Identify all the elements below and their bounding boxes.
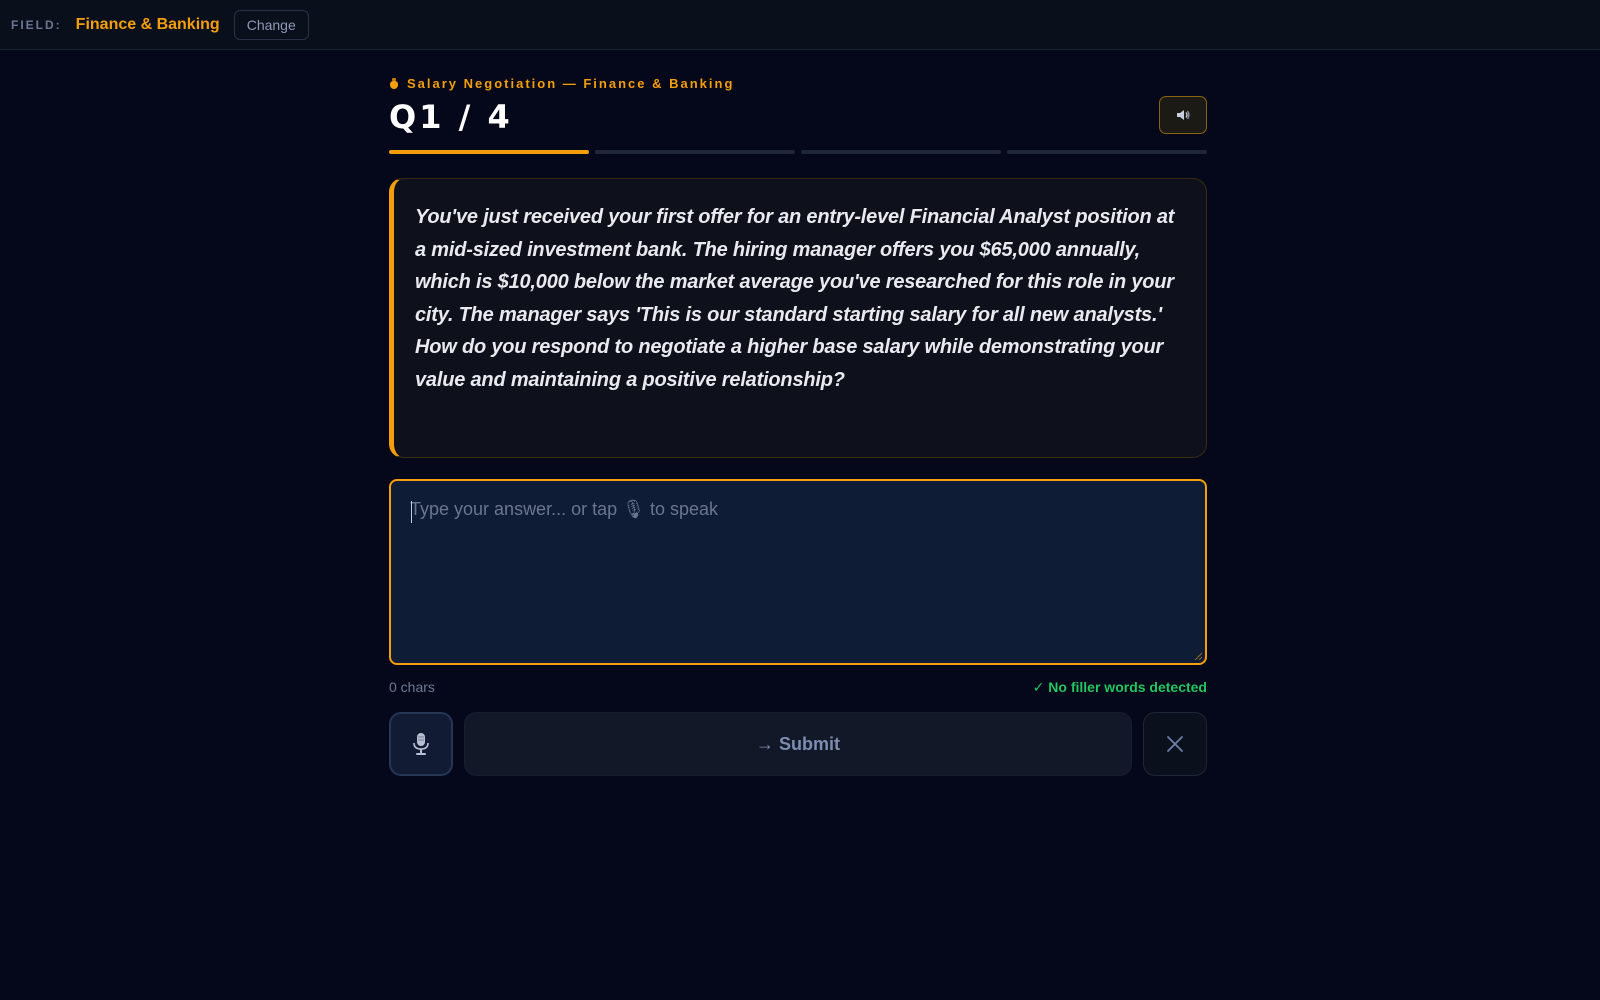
filler-word-status: ✓ No filler words detected bbox=[1032, 678, 1207, 695]
answer-meta: 0 chars ✓ No filler words detected bbox=[389, 678, 1207, 696]
question-card: You've just received your first offer fo… bbox=[389, 178, 1207, 458]
submit-button[interactable]: → Submit bbox=[464, 712, 1132, 776]
microphone-icon bbox=[413, 733, 429, 755]
answer-box bbox=[389, 479, 1207, 665]
answer-actions: → Submit bbox=[389, 712, 1207, 776]
money-bag-icon bbox=[389, 78, 399, 89]
question-text: You've just received your first offer fo… bbox=[415, 206, 1175, 391]
session-eyebrow: Salary Negotiation — Finance & Banking bbox=[389, 76, 734, 91]
field-label: FIELD: bbox=[11, 17, 62, 32]
progress-segment-2 bbox=[595, 150, 795, 154]
change-field-button[interactable]: Change bbox=[233, 9, 309, 40]
progress-segment-4 bbox=[1007, 150, 1207, 154]
progress-segment-3 bbox=[801, 150, 1001, 154]
read-aloud-button[interactable] bbox=[1159, 96, 1207, 134]
microphone-button[interactable] bbox=[389, 712, 453, 776]
resize-handle-icon[interactable] bbox=[1194, 652, 1202, 660]
char-count: 0 chars bbox=[389, 679, 435, 695]
close-icon bbox=[1167, 736, 1183, 752]
top-bar: FIELD: Finance & Banking Change bbox=[0, 0, 1600, 50]
cancel-button[interactable] bbox=[1143, 712, 1207, 776]
field-value: Finance & Banking bbox=[75, 15, 220, 33]
text-cursor bbox=[411, 501, 412, 523]
speaker-icon bbox=[1177, 110, 1190, 120]
answer-input[interactable] bbox=[410, 499, 1186, 645]
progress-segment-1 bbox=[389, 150, 589, 154]
question-progress bbox=[389, 150, 1207, 154]
question-counter: Q1 / 4 bbox=[389, 98, 513, 136]
session-title: Salary Negotiation — Finance & Banking bbox=[407, 76, 735, 91]
